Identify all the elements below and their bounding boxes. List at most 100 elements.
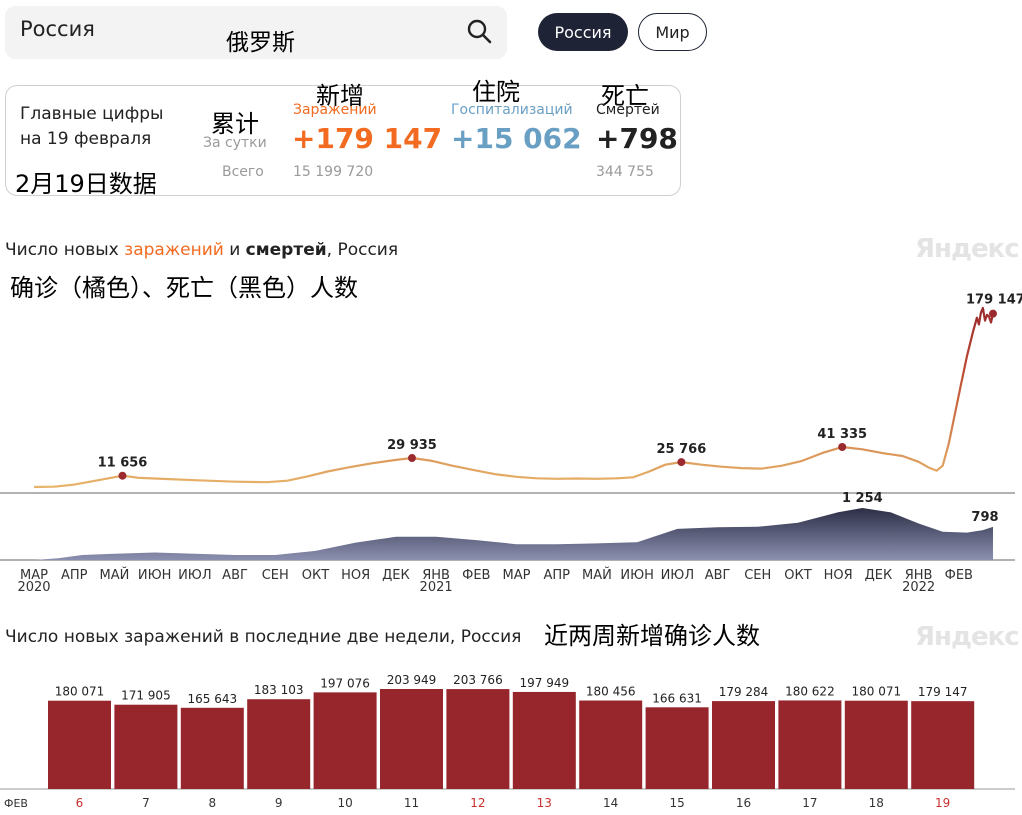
- day-label: 16: [736, 796, 751, 810]
- chart-two-weeks: 180 071 6 171 905 7 165 643 8 183 103 9 197 076 1…: [0, 673, 1015, 810]
- deaths-label: Смертей: [596, 102, 660, 118]
- hospital-label: Госпитализаций: [451, 102, 573, 118]
- bar-value-label: 171 905: [121, 689, 171, 703]
- x-tick-label: АВГ: [222, 568, 248, 583]
- per-day-label: За сутки: [203, 135, 267, 151]
- x-tick-label: АПР: [61, 568, 88, 583]
- day-label: 17: [802, 796, 817, 810]
- total-label: Всего: [222, 164, 264, 180]
- infections-peak-marker: [407, 454, 416, 463]
- day-label: 18: [869, 796, 884, 810]
- card-heading-line2: на 19 февраля: [20, 129, 152, 149]
- x-tick-label: АВГ: [705, 568, 731, 583]
- bar-value-label: 179 284: [719, 685, 769, 699]
- bar-value-label: 180 071: [851, 685, 901, 699]
- bar-value-label: 179 147: [918, 685, 968, 699]
- day-label: 19: [935, 796, 950, 810]
- infections-peak-label: 25 766: [656, 442, 706, 457]
- yandex-logo: Яндекс: [915, 234, 1020, 264]
- bar: [48, 700, 111, 789]
- bar: [247, 699, 311, 789]
- search-input[interactable]: Россия: [20, 17, 95, 41]
- day-label: 15: [669, 796, 684, 810]
- day-label: 11: [404, 796, 419, 810]
- deaths-value-label: 1 254: [842, 491, 883, 506]
- x-tick-label: ИЮЛ: [178, 568, 212, 583]
- x-tick-label: МАЙ: [582, 567, 612, 583]
- infections-line: [33, 306, 995, 489]
- day-label: 9: [275, 796, 283, 810]
- infections-peak-marker: [677, 458, 686, 467]
- bar: [844, 700, 908, 789]
- year-label: 2020: [17, 580, 50, 595]
- deaths-total: 344 755: [596, 164, 654, 180]
- infections-total: 15 199 720: [293, 164, 374, 180]
- bar: [180, 707, 244, 789]
- chart2-title: Число новых заражений в последние две не…: [5, 627, 522, 647]
- day-label: 7: [142, 796, 150, 810]
- x-tick-label: ДЕК: [865, 568, 893, 583]
- region-russia-button[interactable]: Россия: [538, 13, 628, 51]
- infections-value: +179 147: [292, 122, 443, 155]
- search-icon[interactable]: [466, 18, 492, 44]
- bar: [512, 691, 576, 789]
- bar-value-label: 197 076: [320, 676, 370, 690]
- bar-value-label: 203 949: [387, 673, 437, 687]
- region-world-button[interactable]: Мир: [638, 13, 707, 51]
- deaths-area: [34, 508, 993, 560]
- x-tick-label: ФЕВ: [462, 568, 490, 583]
- bar-value-label: 166 631: [652, 691, 702, 705]
- bar: [645, 707, 709, 789]
- infections-peak-label: 11 656: [98, 456, 148, 471]
- x-tick-label: ИЮЛ: [661, 568, 695, 583]
- bar: [911, 701, 975, 789]
- x-tick-label: ДЕК: [382, 568, 410, 583]
- bar-value-label: 183 103: [254, 683, 304, 697]
- bar-value-label: 180 071: [55, 685, 105, 699]
- chart-infections-deaths: 11 656 29 935 25 766 41 335 179 147 1 254 798 М…: [0, 293, 1022, 595]
- day-label: 6: [76, 796, 84, 810]
- infections-peak-marker: [838, 443, 847, 452]
- bar-value-label: 203 766: [453, 673, 503, 687]
- x-tick-label: СЕН: [262, 568, 289, 583]
- card-heading-annotation: 2月19日数据: [15, 170, 157, 198]
- x-tick-label: ОКТ: [784, 568, 811, 583]
- year-label: 2022: [902, 580, 935, 595]
- infections-peak-label: 41 335: [817, 427, 867, 442]
- bar: [712, 701, 775, 789]
- chart1-title: Число новых заражений и смертей, Россия: [5, 240, 399, 260]
- bar: [579, 700, 643, 789]
- x-tick-label: ИЮН: [138, 568, 172, 583]
- day-label: 10: [337, 796, 352, 810]
- x-tick-label: НОЯ: [824, 568, 853, 583]
- search-annotation: 俄罗斯: [226, 30, 295, 56]
- x-tick-label: ОКТ: [302, 568, 329, 583]
- bar: [446, 689, 510, 789]
- day-label: 12: [470, 796, 485, 810]
- x-tick-label: МАЙ: [99, 567, 129, 583]
- day-label: 8: [208, 796, 216, 810]
- bar-value-label: 180 456: [586, 685, 636, 699]
- bar: [778, 700, 842, 789]
- infections-peak-label: 29 935: [387, 438, 437, 453]
- hospital-value: +15 062: [451, 122, 582, 155]
- day-label: 14: [603, 796, 618, 810]
- x-tick-label: ИЮН: [620, 568, 654, 583]
- bar: [114, 704, 178, 789]
- bar: [380, 689, 443, 789]
- year-label: 2021: [420, 580, 453, 595]
- infections-peak-label: 179 147: [966, 293, 1022, 308]
- day-label: 13: [537, 796, 552, 810]
- x-tick-label: АПР: [543, 568, 570, 583]
- bar: [313, 692, 377, 789]
- chart2-annotation: 近两周新增确诊人数: [544, 622, 760, 650]
- bar-value-label: 197 949: [519, 676, 569, 690]
- deaths-value: +798: [596, 122, 678, 155]
- infections-peak-marker: [118, 471, 127, 480]
- per-day-annotation: 累计: [211, 110, 259, 138]
- bar-value-label: 165 643: [187, 692, 237, 706]
- card-heading-line1: Главные цифры: [20, 104, 164, 124]
- x-tick-label: СЕН: [744, 568, 771, 583]
- x-tick-label: ФЕВ: [945, 568, 973, 583]
- bar-value-label: 180 622: [785, 684, 835, 698]
